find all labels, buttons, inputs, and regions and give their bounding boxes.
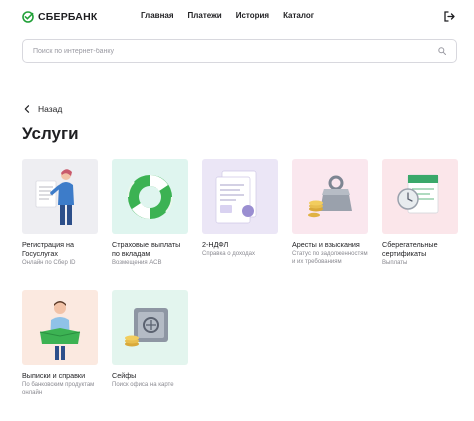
card-subtitle: Возмещения АСВ [112,260,162,266]
chevron-left-icon [24,105,30,113]
card-image [112,290,188,365]
main-nav: Главная Платежи История Каталог [141,11,328,20]
certificate-clock-illustration-icon [397,174,439,214]
nav-item-history[interactable]: История [236,11,269,20]
nav-item-catalog[interactable]: Каталог [283,11,314,20]
card-subtitle: Выплаты [382,260,408,266]
service-card-certificates[interactable]: Сберегательные сертификаты Выплаты [382,159,458,268]
nav-item-home[interactable]: Главная [141,11,174,20]
card-title: Сберегательные сертификаты [382,240,438,258]
search-icon[interactable] [438,47,446,55]
search-input[interactable] [33,40,423,62]
nav-item-payments[interactable]: Платежи [188,11,222,20]
header: СБЕРБАНК Главная Платежи История Каталог [0,0,474,34]
service-card-ndfl[interactable]: 2-НДФЛ Справка о доходах [202,159,278,259]
service-card-gosuslugi[interactable]: Регистрация на Госуслугах Онлайн по Сбер… [22,159,98,268]
card-title: Аресты и взыскания [292,240,360,249]
card-title: 2-НДФЛ [202,240,229,249]
card-image [382,159,458,234]
card-title: Регистрация на Госуслугах [22,240,74,258]
card-subtitle: Онлайн по Сбер ID [22,260,76,266]
service-card-statements[interactable]: Выписки и справки По банковским продукта… [22,290,98,397]
card-image [112,159,188,234]
person-folder-illustration-icon [39,301,81,360]
lifebuoy-illustration-icon [127,175,173,219]
card-image [292,159,368,234]
service-card-insurance[interactable]: Страховые выплаты по вкладам Возмещения … [112,159,188,268]
card-subtitle: Статус по задолженностям и их требования… [292,251,368,265]
back-link[interactable]: Назад [24,104,62,114]
service-card-safes[interactable]: Сейфы Поиск офиса на карте [112,290,188,390]
sber-logo-icon [22,11,34,23]
card-title: Выписки и справки [22,371,86,380]
logo-text: СБЕРБАНК [38,11,98,23]
card-image [22,290,98,365]
card-subtitle: Справка о доходах [202,251,255,257]
logout-icon[interactable] [444,11,455,22]
tax-document-illustration-icon [215,170,257,224]
card-image [202,159,278,234]
card-subtitle: По банковским продуктам онлайн [22,382,95,396]
card-title: Сейфы [112,371,137,380]
card-subtitle: Поиск офиса на карте [112,382,174,388]
card-title: Страховые выплаты по вкладам [112,240,181,258]
person-document-illustration-icon [35,169,74,225]
page-title: Услуги [22,124,79,143]
weight-coins-illustration-icon [308,175,352,218]
card-image [22,159,98,234]
sberbank-logo[interactable]: СБЕРБАНК [22,10,97,24]
search-bar [22,39,457,63]
service-card-arrests[interactable]: Аресты и взыскания Статус по задолженнос… [292,159,368,266]
safe-coins-illustration-icon [125,308,168,347]
back-label: Назад [38,104,63,114]
